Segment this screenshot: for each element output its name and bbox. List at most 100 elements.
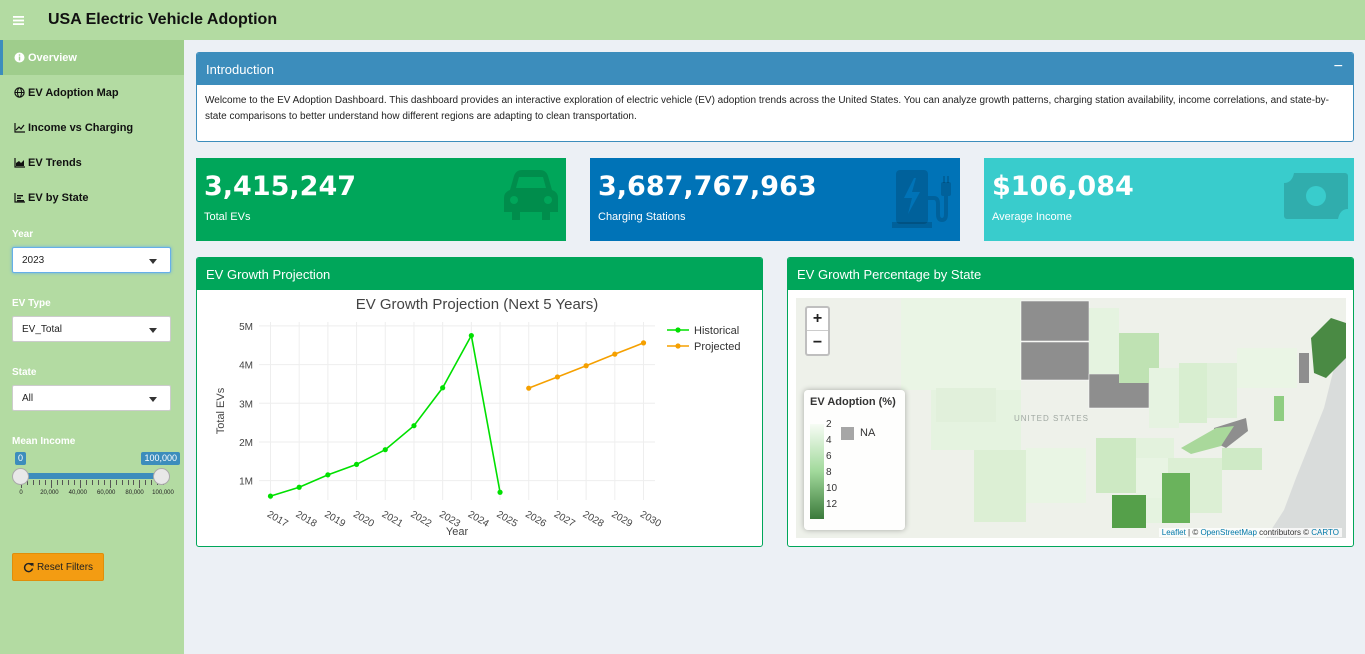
sidebar-item-ev-adoption-map[interactable]: EV Adoption Map xyxy=(0,75,184,110)
slider-max-handle[interactable] xyxy=(153,468,170,485)
data-point xyxy=(526,385,532,391)
ev-growth-chart[interactable]: EV Growth Projection (Next 5 Years) 1M 2M 3… xyxy=(197,290,762,546)
legend-label: Historical xyxy=(694,325,739,337)
x-axis-label: Year xyxy=(446,526,469,538)
sidebar-item-income-vs-charging[interactable]: Income vs Charging xyxy=(0,110,184,145)
car-icon xyxy=(502,168,560,225)
legend-marker xyxy=(675,327,681,333)
x-tick-label: 2022 xyxy=(408,509,433,530)
globe-icon xyxy=(14,87,26,98)
sidebar-item-ev-trends[interactable]: EV Trends xyxy=(0,145,184,180)
average-income-value: $106,084 xyxy=(992,171,1134,202)
sidebar-item-ev-by-state[interactable]: EV by State xyxy=(0,180,184,215)
ev-type-select-value: EV_Total xyxy=(22,323,63,335)
charging-stations-label: Charging Stations xyxy=(598,211,686,223)
slider-tick-label: 60,000 xyxy=(97,490,116,496)
sidebar-item-label: EV by State xyxy=(28,191,89,204)
y-tick-label: 5M xyxy=(239,322,253,333)
mean-income-slider[interactable]: 0 100,000 0 20,000 40,000 60,000 80,000 100,0… xyxy=(12,452,180,502)
data-point xyxy=(468,332,474,339)
slider-tick xyxy=(127,480,129,485)
data-point xyxy=(640,340,647,346)
legend-na-swatch xyxy=(841,427,854,440)
info-circle-icon xyxy=(14,52,26,63)
map-attribution: Leaflet | © OpenStreetMap contributors ©… xyxy=(1158,528,1342,537)
sidebar-item-label: Income vs Charging xyxy=(28,121,134,134)
legend-marker xyxy=(675,343,681,349)
sidebar-item-label: EV Adoption Map xyxy=(28,86,119,99)
total-evs-value: 3,415,247 xyxy=(204,171,357,202)
data-point xyxy=(411,423,417,429)
map-legend: EV Adoption (%) NA 2 4 6 8 10 12 xyxy=(804,390,905,530)
y-tick-label: 2M xyxy=(239,438,253,449)
ev-growth-map-header: EV Growth Percentage by State xyxy=(788,258,1353,290)
data-point xyxy=(353,461,360,467)
state-select[interactable]: All xyxy=(12,385,171,411)
sidebar-item-label: Overview xyxy=(28,51,77,64)
slider-tick-label: 20,000 xyxy=(40,490,59,496)
introduction-text: Welcome to the EV Adoption Dashboard. Th… xyxy=(205,95,1329,122)
slider-tick-label: 100,000 xyxy=(152,490,174,496)
ev-growth-map-title: EV Growth Percentage by State xyxy=(797,266,982,282)
charging-stations-value: 3,687,767,963 xyxy=(598,171,817,202)
slider-max-value: 100,000 xyxy=(141,452,180,465)
year-select[interactable]: 2023 xyxy=(12,247,171,273)
ev-type-label: EV Type xyxy=(12,298,51,309)
zoom-out-button[interactable]: − xyxy=(807,331,828,354)
slider-tick xyxy=(68,480,70,485)
legend-tick-label: 2 xyxy=(826,419,832,430)
legend-label: Projected xyxy=(694,341,740,353)
hamburger-icon xyxy=(12,15,24,25)
x-tick-label: 2026 xyxy=(523,509,548,530)
data-point xyxy=(267,493,274,499)
legend-tick-label: 6 xyxy=(826,451,832,462)
leaflet-link[interactable]: Leaflet xyxy=(1162,528,1186,537)
data-point xyxy=(497,489,503,495)
average-income-value-box: $106,084 Average Income xyxy=(984,158,1354,241)
money-bill-icon xyxy=(1284,173,1348,222)
slider-tick-label: 0 xyxy=(19,490,23,496)
area-chart-icon xyxy=(14,157,26,168)
state-select-value: All xyxy=(22,392,34,404)
data-point xyxy=(612,351,618,357)
sidebar-item-label: EV Trends xyxy=(28,156,82,169)
legend-tick-label: 12 xyxy=(826,499,838,510)
ev-growth-projection-header: EV Growth Projection xyxy=(197,258,762,290)
slider-tick xyxy=(103,480,105,485)
slider-tick xyxy=(38,480,40,485)
introduction-header: Introduction − xyxy=(197,53,1353,85)
ev-growth-projection-box: EV Growth Projection EV Growth Projectio… xyxy=(196,257,763,547)
zoom-in-button[interactable]: + xyxy=(807,308,828,331)
slider-track[interactable] xyxy=(21,473,163,479)
y-tick-label: 4M xyxy=(239,361,253,372)
sidebar-item-overview[interactable]: Overview xyxy=(0,40,184,75)
sidebar: Overview EV Adoption Map Income vs Charg… xyxy=(0,40,184,654)
choropleth-map[interactable]: UNITED STATES + − EV Adoption (%) NA 2 4 6… xyxy=(796,298,1346,538)
osm-link[interactable]: OpenStreetMap xyxy=(1200,528,1256,537)
introduction-title: Introduction xyxy=(206,61,274,77)
slider-tick xyxy=(97,480,99,485)
y-tick-label: 3M xyxy=(239,399,253,410)
x-tick-label: 2019 xyxy=(322,509,347,530)
year-select-value: 2023 xyxy=(22,254,45,266)
slider-ticks xyxy=(21,480,164,488)
x-tick-label: 2018 xyxy=(294,509,319,530)
slider-min-handle[interactable] xyxy=(12,468,29,485)
attribution-mid: contributors © xyxy=(1256,528,1312,537)
data-point xyxy=(296,484,302,490)
data-point xyxy=(583,363,589,369)
slider-tick xyxy=(145,480,147,485)
slider-tick xyxy=(32,480,34,485)
sidebar-toggle[interactable] xyxy=(0,0,36,40)
reset-filters-button[interactable]: Reset Filters xyxy=(12,553,104,581)
slider-min-value: 0 xyxy=(15,452,27,465)
attribution-sep: | © xyxy=(1185,528,1201,537)
charging-station-icon xyxy=(892,168,954,233)
legend-tick-label: 8 xyxy=(826,467,832,478)
collapse-button[interactable]: − xyxy=(1334,58,1343,76)
state-label: State xyxy=(12,367,37,378)
carto-link[interactable]: CARTO xyxy=(1311,528,1339,537)
slider-tick xyxy=(121,480,123,485)
slider-tick xyxy=(115,480,117,485)
ev-type-select[interactable]: EV_Total xyxy=(12,316,171,342)
